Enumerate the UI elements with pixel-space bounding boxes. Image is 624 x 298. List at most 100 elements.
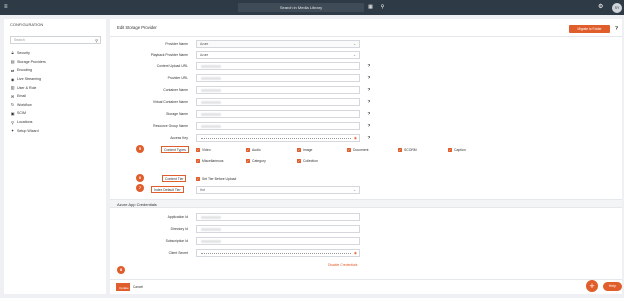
directory-id-label: Directory Id (170, 227, 188, 231)
content-type-collection[interactable]: ✓ Collection (297, 158, 318, 164)
eye-icon[interactable]: ◉ (354, 135, 357, 142)
checkbox-checked-icon: ✓ (246, 159, 250, 163)
virtual-container-input[interactable] (196, 98, 360, 106)
sidebar-item-storage-providers[interactable]: ▤ Storage Providers (8, 58, 104, 67)
help-icon[interactable]: ❓︎ (613, 25, 620, 33)
id-icon: ▣ (10, 111, 15, 116)
mail-icon: ✉ (10, 94, 15, 99)
disable-credentials-link[interactable]: Disable Credentials (328, 263, 357, 267)
sidebar-item-label: Security (17, 51, 30, 56)
sidebar-nav: 🔒︎ Security ▤ Storage Providers ⇄ Encoding … (8, 49, 104, 135)
provider-url-input[interactable] (196, 74, 360, 82)
client-secret-input[interactable]: ◉ (196, 249, 360, 257)
checkbox-checked-icon: ✓ (448, 148, 452, 152)
container-name-input[interactable] (196, 86, 360, 94)
avatar[interactable]: SY (612, 3, 622, 13)
sidebar-item-live-streaming[interactable]: ◉ Live Streaming (8, 75, 104, 84)
sidebar-item-label: Email (17, 94, 26, 99)
content-upload-url-input[interactable] (196, 62, 360, 70)
help-button[interactable]: Help (603, 282, 622, 291)
content-type-label: Video (202, 148, 211, 152)
content-tier-label: Content Tier (162, 175, 187, 182)
sidebar-item-security[interactable]: 🔒︎ Security (8, 49, 104, 58)
playback-provider-select[interactable]: Azure ⌄ (196, 51, 360, 59)
content-type-category[interactable]: ✓ Category (246, 158, 266, 164)
provider-name-select[interactable]: Azure ⌄ (196, 40, 360, 48)
eye-icon[interactable]: ◉ (354, 250, 357, 257)
help-icon[interactable]: ❓︎ (366, 62, 372, 70)
content-type-audio[interactable]: ✓ Audio (246, 147, 261, 153)
sidebar-item-user-role[interactable]: ▥ User & Role (8, 83, 104, 92)
sidebar-item-locations[interactable]: ⚲ Locations (8, 118, 104, 127)
blurred-value (201, 113, 221, 116)
subscription-id-row: Subscription Id (110, 237, 622, 245)
checkbox-checked-icon: ✓ (246, 148, 250, 152)
storage-icon: ▤ (10, 60, 15, 65)
search-icon[interactable]: ⚲ (378, 3, 387, 12)
content-type-caption[interactable]: ✓ Caption (448, 147, 466, 153)
help-icon[interactable]: ❓︎ (366, 74, 372, 82)
pin-icon: ⚲ (11, 120, 14, 125)
sidebar-item-label: SCIM (17, 111, 26, 116)
content-type-label: Image (303, 148, 313, 152)
update-button[interactable]: Update (116, 283, 130, 291)
migrate-to-folder-button[interactable]: Migrate to Folder (569, 25, 610, 33)
step-badge-8: 8 (117, 266, 125, 274)
index-default-tier-select[interactable]: Hot ⌄ (196, 186, 360, 194)
sidebar-title: CONFIGURATION (10, 22, 44, 27)
access-key-row: Access Key ◉ ❓︎ (110, 134, 622, 142)
content-upload-url-label: Content Upload URL (156, 64, 188, 68)
virtual-container-row: Virtual Container Name ❓︎ (110, 98, 622, 106)
subscription-id-input[interactable] (196, 237, 360, 245)
sidebar-item-workflow[interactable]: ↻ Workflow (8, 101, 104, 110)
content-type-video[interactable]: ✓ Video (196, 147, 211, 153)
checkbox-checked-icon: ✓ (196, 177, 200, 181)
masked-value (201, 137, 351, 139)
content-type-document[interactable]: ✓ Document (347, 147, 368, 153)
help-icon[interactable]: ❓︎ (366, 110, 372, 118)
checkbox-checked-icon: ✓ (398, 148, 402, 152)
content-upload-url-row: Content Upload URL ❓︎ (110, 62, 622, 70)
content-type-label: Document (353, 148, 369, 152)
qr-code-icon[interactable]: ▦ (366, 3, 375, 12)
index-default-tier-value: Hot (200, 188, 205, 192)
help-icon[interactable]: ❓︎ (366, 134, 372, 142)
help-icon[interactable]: ❓︎ (366, 86, 372, 94)
sidebar-item-label: Workflow (17, 102, 32, 107)
sidebar-item-label: Live Streaming (17, 77, 41, 82)
sidebar-item-label: Storage Providers (17, 59, 46, 64)
hamburger-icon[interactable]: ≡ (4, 4, 11, 11)
directory-id-input[interactable] (196, 225, 360, 233)
access-key-input[interactable]: ◉ (196, 134, 360, 142)
form-footer: Update Cancel (110, 279, 622, 294)
help-icon[interactable]: ❓︎ (366, 98, 372, 106)
add-button[interactable]: + (586, 280, 598, 292)
workflow-icon: ↻ (10, 103, 15, 108)
chevron-down-icon: ⌄ (353, 188, 356, 192)
blurred-value (201, 101, 221, 104)
sidebar-search-input[interactable]: Search ⚲ (10, 36, 101, 44)
checkbox-checked-icon: ✓ (297, 159, 301, 163)
application-id-input[interactable] (196, 213, 360, 221)
masked-value (201, 252, 351, 254)
resource-group-input[interactable] (196, 122, 360, 130)
sidebar-item-encoding[interactable]: ⇄ Encoding (8, 66, 104, 75)
sidebar-item-email[interactable]: ✉ Email (8, 92, 104, 101)
settings-icon[interactable]: ⚙ (598, 3, 607, 12)
help-icon[interactable]: ❓︎ (366, 122, 372, 130)
resource-group-row: Resource Group Name ❓︎ (110, 122, 622, 130)
global-search-input[interactable]: Search in Media Library (238, 3, 364, 12)
chevron-down-icon: ⌄ (353, 42, 356, 46)
blurred-value (201, 228, 221, 231)
content-type-scorm[interactable]: ✓ SCORM (398, 147, 417, 153)
sidebar: CONFIGURATION Search ⚲ 🔒︎ Security ▤ Stora… (4, 19, 106, 294)
storage-name-input[interactable] (196, 110, 360, 118)
content-type-miscellaneous[interactable]: ✓ Miscellaneous (196, 158, 224, 164)
cancel-button[interactable]: Cancel (133, 283, 143, 291)
content-type-image[interactable]: ✓ Image (297, 147, 312, 153)
sidebar-item-scim[interactable]: ▣ SCIM (8, 109, 104, 118)
step-badge-5: 5 (136, 145, 144, 153)
set-tier-before-upload-checkbox[interactable]: ✓ Set Tier Before Upload (196, 176, 236, 182)
sidebar-item-setup-wizard[interactable]: ✦ Setup Wizard (8, 126, 104, 135)
resource-group-label: Resource Group Name (153, 124, 188, 128)
